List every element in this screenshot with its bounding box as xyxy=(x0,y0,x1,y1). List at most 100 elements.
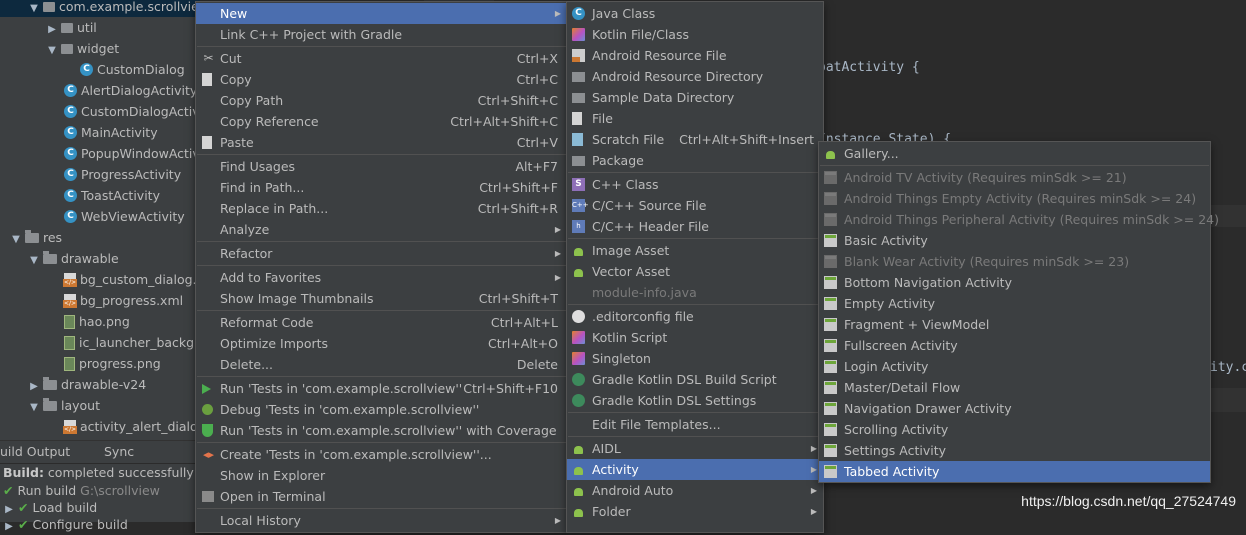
menu-item-scratch-file[interactable]: Scratch File Ctrl+Alt+Shift+Insert xyxy=(567,129,823,150)
menu-item-delete[interactable]: Delete... Delete xyxy=(196,354,567,375)
tree-item[interactable]: C AlertDialogActivity xyxy=(0,80,197,101)
menu-item-android-auto[interactable]: Android Auto ▶ xyxy=(567,480,823,501)
activity-template-icon xyxy=(824,402,837,415)
chevron-down-icon[interactable]: ▼ xyxy=(10,229,22,250)
tree-item[interactable]: ▼ com.example.scrollview xyxy=(0,0,200,17)
menu-item-paste[interactable]: Paste Ctrl+V xyxy=(196,132,567,153)
menu-item-c-class[interactable]: S C++ Class xyxy=(567,174,823,195)
menu-item-java-class[interactable]: C Java Class xyxy=(567,3,823,24)
tree-item[interactable]: C MainActivity xyxy=(0,122,158,143)
tree-item[interactable]: bg_custom_dialog.x xyxy=(0,269,200,290)
menu-item-gradle-kotlin-dsl-build-script[interactable]: Gradle Kotlin DSL Build Script xyxy=(567,369,823,390)
menu-item-aidl[interactable]: AIDL ▶ xyxy=(567,438,823,459)
menu-item-debug-tests-in-com-example-scrollview[interactable]: Debug 'Tests in 'com.example.scrollview'… xyxy=(196,399,567,420)
menu-item-analyze[interactable]: Analyze ▶ xyxy=(196,219,567,240)
menu-item-refactor[interactable]: Refactor ▶ xyxy=(196,243,567,264)
tree-item[interactable]: ▶ drawable-v24 xyxy=(0,374,146,395)
chevron-right-icon[interactable]: ▶ xyxy=(28,376,40,397)
menu-item-module-info-java: module-info.java xyxy=(567,282,823,303)
menu-item-show-image-thumbnails[interactable]: Show Image Thumbnails Ctrl+Shift+T xyxy=(196,288,567,309)
menu-item-replace-in-path[interactable]: Replace in Path... Ctrl+Shift+R xyxy=(196,198,567,219)
menu-item-folder[interactable]: Folder ▶ xyxy=(567,501,823,522)
menu-item-basic-activity[interactable]: Basic Activity xyxy=(819,230,1210,251)
menu-item-package[interactable]: Package xyxy=(567,150,823,171)
tree-item[interactable]: ic_launcher_backgro xyxy=(0,332,200,353)
chevron-down-icon[interactable]: ▼ xyxy=(46,40,58,61)
menu-item-label: Show in Explorer xyxy=(220,468,326,483)
menu-item-file[interactable]: File xyxy=(567,108,823,129)
menu-item-edit-file-templates[interactable]: Edit File Templates... xyxy=(567,414,823,435)
java-class-icon: C xyxy=(572,7,585,20)
context-menu[interactable]: New ▶ Link C++ Project with Gradle ✂ Cut Ctrl… xyxy=(195,1,568,533)
menu-item-master-detail-flow[interactable]: Master/Detail Flow xyxy=(819,377,1210,398)
menu-item-c-c-source-file[interactable]: C++ C/C++ Source File xyxy=(567,195,823,216)
tab-sync[interactable]: Sync xyxy=(104,444,134,460)
menu-item-bottom-navigation-activity[interactable]: Bottom Navigation Activity xyxy=(819,272,1210,293)
tree-item[interactable]: C WebViewActivity xyxy=(0,206,185,227)
menu-item-copy-path[interactable]: Copy Path Ctrl+Shift+C xyxy=(196,90,567,111)
menu-item-show-in-explorer[interactable]: Show in Explorer xyxy=(196,465,567,486)
tree-item[interactable]: hao.png xyxy=(0,311,130,332)
terminal-icon xyxy=(202,491,214,502)
menu-item-singleton[interactable]: Singleton xyxy=(567,348,823,369)
tree-item[interactable]: ▼ res xyxy=(0,227,62,248)
menu-item-c-c-header-file[interactable]: h C/C++ Header File xyxy=(567,216,823,237)
tree-item-label: bg_progress.xml xyxy=(80,293,184,308)
tree-item[interactable]: C CustomDialog xyxy=(0,59,185,80)
menu-item-add-to-favorites[interactable]: Add to Favorites ▶ xyxy=(196,267,567,288)
menu-item-gallery[interactable]: Gallery... xyxy=(819,143,1210,164)
menu-item-kotlin-file-class[interactable]: Kotlin File/Class xyxy=(567,24,823,45)
menu-item-android-resource-file[interactable]: Android Resource File xyxy=(567,45,823,66)
activity-submenu[interactable]: Gallery... Android TV Activity (Requires … xyxy=(818,141,1219,483)
menu-item-new[interactable]: New ▶ xyxy=(196,3,567,24)
menu-item-find-usages[interactable]: Find Usages Alt+F7 xyxy=(196,156,567,177)
tab-build-output[interactable]: uild Output xyxy=(0,444,70,460)
menu-item-run-tests-in-com-example-scrollview-with[interactable]: Run 'Tests in 'com.example.scrollview'' … xyxy=(196,420,567,441)
menu-item-copy[interactable]: Copy Ctrl+C xyxy=(196,69,567,90)
menu-item-fragment-viewmodel[interactable]: Fragment + ViewModel xyxy=(819,314,1210,335)
menu-item-reformat-code[interactable]: Reformat Code Ctrl+Alt+L xyxy=(196,312,567,333)
menu-item-editorconfig-file[interactable]: .editorconfig file xyxy=(567,306,823,327)
run-build-row[interactable]: ✔ Run build G:\scrollview xyxy=(3,482,160,499)
menu-item-tabbed-activity[interactable]: Tabbed Activity xyxy=(819,461,1210,482)
tree-item[interactable]: ▼ widget xyxy=(0,38,119,59)
menu-item-optimize-imports[interactable]: Optimize Imports Ctrl+Alt+O xyxy=(196,333,567,354)
menu-item-gradle-kotlin-dsl-settings[interactable]: Gradle Kotlin DSL Settings xyxy=(567,390,823,411)
menu-item-settings-activity[interactable]: Settings Activity xyxy=(819,440,1210,461)
menu-item-activity[interactable]: Activity ▶ xyxy=(567,459,823,480)
tree-item[interactable]: C PopupWindowActiv xyxy=(0,143,200,164)
tree-item[interactable]: ▼ drawable xyxy=(0,248,119,269)
tree-item[interactable]: C ToastActivity xyxy=(0,185,160,206)
tree-item[interactable]: activity_alert_dialog xyxy=(0,416,200,437)
tree-item[interactable]: ▶ util xyxy=(0,17,97,38)
menu-item-login-activity[interactable]: Login Activity xyxy=(819,356,1210,377)
tree-item[interactable]: C CustomDialogActivi xyxy=(0,101,200,122)
chevron-right-icon[interactable]: ▶ xyxy=(46,19,58,40)
menu-item-empty-activity[interactable]: Empty Activity xyxy=(819,293,1210,314)
menu-item-open-in-terminal[interactable]: Open in Terminal xyxy=(196,486,567,507)
menu-item-fullscreen-activity[interactable]: Fullscreen Activity xyxy=(819,335,1210,356)
project-tree[interactable]: ▼ com.example.scrollview ▶ util ▼ widget C Cust… xyxy=(0,0,200,440)
menu-item-image-asset[interactable]: Image Asset xyxy=(567,240,823,261)
menu-item-scrolling-activity[interactable]: Scrolling Activity xyxy=(819,419,1210,440)
chevron-down-icon[interactable]: ▼ xyxy=(28,250,40,271)
tree-item[interactable]: bg_progress.xml xyxy=(0,290,183,311)
menu-item-label: C/C++ Source File xyxy=(592,198,707,213)
menu-item-android-resource-directory[interactable]: Android Resource Directory xyxy=(567,66,823,87)
menu-item-navigation-drawer-activity[interactable]: Navigation Drawer Activity xyxy=(819,398,1210,419)
chevron-down-icon[interactable]: ▼ xyxy=(28,397,40,418)
menu-item-kotlin-script[interactable]: Kotlin Script xyxy=(567,327,823,348)
menu-item-run-tests-in-com-example-scrollview[interactable]: Run 'Tests in 'com.example.scrollview'' C… xyxy=(196,378,567,399)
menu-item-link-c-project-with-gradle[interactable]: Link C++ Project with Gradle xyxy=(196,24,567,45)
menu-item-copy-reference[interactable]: Copy Reference Ctrl+Alt+Shift+C xyxy=(196,111,567,132)
menu-item-cut[interactable]: ✂ Cut Ctrl+X xyxy=(196,48,567,69)
new-submenu[interactable]: C Java Class Kotlin File/Class Android Reso… xyxy=(566,1,824,533)
tree-item[interactable]: C ProgressActivity xyxy=(0,164,181,185)
menu-item-sample-data-directory[interactable]: Sample Data Directory xyxy=(567,87,823,108)
configure-build-row[interactable]: ▶ ✔ Configure build xyxy=(3,516,128,535)
menu-item-find-in-path[interactable]: Find in Path... Ctrl+Shift+F xyxy=(196,177,567,198)
tree-item[interactable]: ▼ layout xyxy=(0,395,100,416)
tree-item[interactable]: progress.png xyxy=(0,353,161,374)
menu-item-create-tests-in-com-example-scrollview[interactable]: ◂▸ Create 'Tests in 'com.example.scrollvi… xyxy=(196,444,567,465)
menu-item-vector-asset[interactable]: Vector Asset xyxy=(567,261,823,282)
